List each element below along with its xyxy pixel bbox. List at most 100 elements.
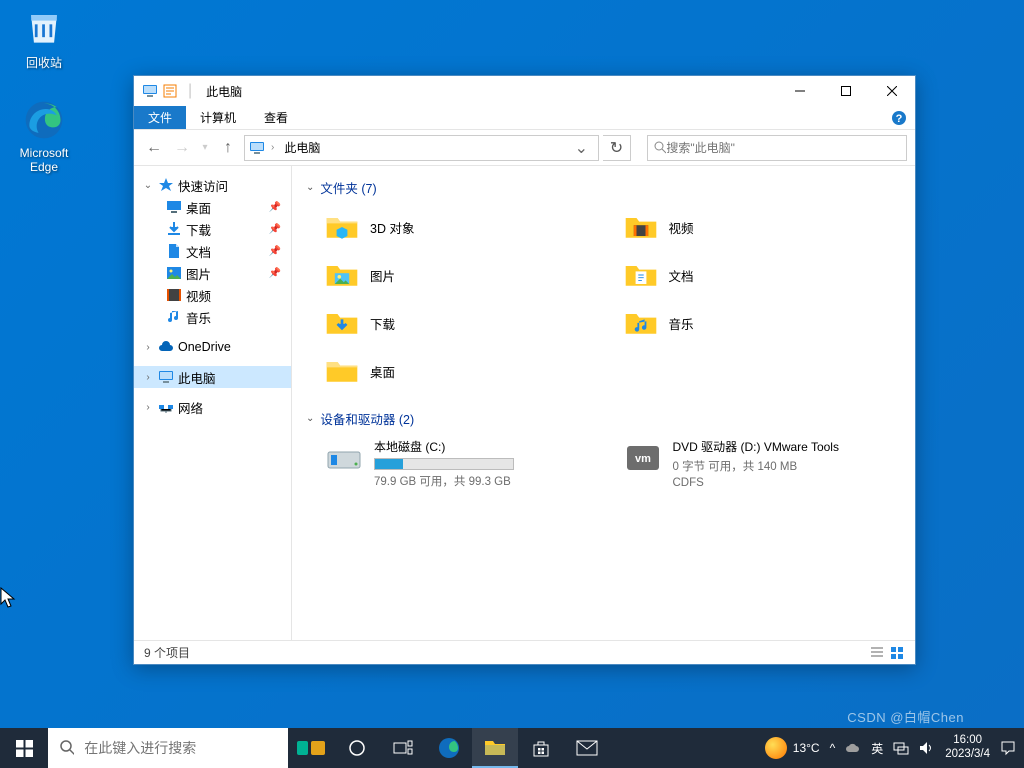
folder-icon — [324, 305, 360, 341]
status-text: 9 个项目 — [144, 644, 190, 661]
back-button[interactable]: ← — [142, 136, 166, 160]
drive-d-name: DVD 驱动器 (D:) VMware Tools — [673, 438, 902, 455]
pin-icon: 📌 — [269, 224, 281, 235]
search-input[interactable] — [666, 141, 900, 155]
weather-widget[interactable]: 13°C — [765, 737, 820, 759]
folder-3dobjects[interactable]: 3D 对象 — [324, 207, 603, 247]
tray-onedrive-icon[interactable] — [845, 742, 861, 754]
up-button[interactable]: ↑ — [216, 136, 240, 160]
pin-icon: 📌 — [269, 268, 281, 279]
address-row: ← → ▾ ↑ › 此电脑 ⌄ ↻ — [134, 130, 915, 166]
cortana-button[interactable] — [334, 728, 380, 768]
nav-network[interactable]: ›网络 — [134, 396, 291, 418]
network-icon — [158, 399, 174, 415]
picture-icon — [166, 265, 182, 281]
group-drives[interactable]: ⌄设备和驱动器 (2) — [306, 409, 901, 428]
nav-pane: ⌄快速访问 桌面📌 下载📌 文档📌 图片📌 视频 音乐 ›OneDrive ›此… — [134, 166, 292, 640]
computer-icon — [158, 369, 174, 385]
folder-desktop[interactable]: 桌面 — [324, 351, 603, 391]
view-details-icon[interactable] — [869, 645, 885, 661]
nav-thispc[interactable]: ›此电脑 — [134, 366, 291, 388]
download-icon — [166, 221, 182, 237]
recycle-label: 回收站 — [26, 54, 62, 71]
dvd-icon: vm — [623, 438, 663, 478]
content-pane: ⌄文件夹 (7) 3D 对象 视频 图片 文档 下载 音乐 桌面 ⌄设备和驱动器… — [292, 166, 915, 640]
taskbar: 13°C ^ 英 16:002023/3/4 — [0, 728, 1024, 768]
nav-quick-access[interactable]: ⌄快速访问 — [134, 174, 291, 196]
ribbon-help-icon[interactable]: ? — [891, 106, 915, 129]
qat-props-icon[interactable] — [162, 83, 178, 99]
edge-shortcut[interactable]: Microsoft Edge — [6, 98, 82, 174]
folder-icon — [324, 353, 360, 389]
action-center-icon[interactable] — [1000, 740, 1016, 756]
tray-volume-icon[interactable] — [919, 741, 935, 755]
folder-icon — [324, 257, 360, 293]
folder-icon — [623, 305, 659, 341]
pin-icon: 📌 — [269, 246, 281, 257]
taskbar-search[interactable] — [48, 728, 288, 768]
tray-clock[interactable]: 16:002023/3/4 — [945, 734, 990, 762]
nav-desktop[interactable]: 桌面📌 — [134, 196, 291, 218]
ime-indicator[interactable]: 英 — [871, 740, 883, 757]
cursor-icon — [0, 587, 18, 609]
search-icon — [654, 141, 666, 154]
start-button[interactable] — [0, 728, 48, 768]
tb-explorer[interactable] — [472, 728, 518, 768]
addr-dropdown[interactable]: ⌄ — [569, 138, 594, 158]
tb-edge[interactable] — [426, 728, 472, 768]
close-button[interactable] — [869, 76, 915, 106]
maximize-button[interactable] — [823, 76, 869, 106]
drive-c-sub: 79.9 GB 可用，共 99.3 GB — [374, 473, 603, 489]
nav-downloads[interactable]: 下载📌 — [134, 218, 291, 240]
folder-pictures[interactable]: 图片 — [324, 255, 603, 295]
addr-crumb-thispc[interactable]: 此电脑 — [280, 137, 324, 158]
drive-d[interactable]: vm DVD 驱动器 (D:) VMware Tools 0 字节 可用，共 1… — [623, 438, 902, 489]
minimize-button[interactable] — [777, 76, 823, 106]
folder-videos[interactable]: 视频 — [623, 207, 902, 247]
nav-documents[interactable]: 文档📌 — [134, 240, 291, 262]
folder-downloads[interactable]: 下载 — [324, 303, 603, 343]
tray-overflow[interactable]: ^ — [830, 741, 836, 755]
search-box[interactable] — [647, 135, 907, 161]
recent-dropdown[interactable]: ▾ — [198, 136, 212, 160]
hdd-icon — [324, 438, 364, 478]
address-bar[interactable]: › 此电脑 ⌄ — [244, 135, 599, 161]
group-folders[interactable]: ⌄文件夹 (7) — [306, 178, 901, 197]
folder-icon — [623, 257, 659, 293]
tab-computer[interactable]: 计算机 — [186, 106, 250, 129]
recycle-bin[interactable]: 回收站 — [6, 6, 82, 71]
ribbon-tabs: 文件 计算机 查看 ? — [134, 106, 915, 130]
folder-documents[interactable]: 文档 — [623, 255, 902, 295]
drive-d-sub2: CDFS — [673, 477, 902, 489]
drive-c-name: 本地磁盘 (C:) — [374, 438, 603, 455]
video-icon — [166, 287, 182, 303]
edge-label: Microsoft Edge — [6, 146, 82, 174]
nav-onedrive[interactable]: ›OneDrive — [134, 336, 291, 358]
tab-view[interactable]: 查看 — [250, 106, 302, 129]
search-icon — [60, 740, 74, 756]
drive-c[interactable]: 本地磁盘 (C:) 79.9 GB 可用，共 99.3 GB — [324, 438, 603, 489]
drive-d-sub1: 0 字节 可用，共 140 MB — [673, 458, 902, 474]
folder-music[interactable]: 音乐 — [623, 303, 902, 343]
forward-button[interactable]: → — [170, 136, 194, 160]
taskbar-search-input[interactable] — [84, 740, 276, 756]
desktop-icon — [166, 199, 182, 215]
nav-pictures[interactable]: 图片📌 — [134, 262, 291, 284]
nav-music[interactable]: 音乐 — [134, 306, 291, 328]
weather-icon — [765, 737, 787, 759]
view-tiles-icon[interactable] — [889, 645, 905, 661]
tab-file[interactable]: 文件 — [134, 106, 186, 129]
explorer-window: | 此电脑 文件 计算机 查看 ? ← → ▾ ↑ › 此电脑 ⌄ ↻ — [133, 75, 916, 665]
star-icon — [158, 177, 174, 193]
refresh-button[interactable]: ↻ — [603, 135, 631, 161]
folder-icon — [623, 209, 659, 245]
taskbar-widget[interactable] — [288, 728, 334, 768]
nav-videos[interactable]: 视频 — [134, 284, 291, 306]
status-bar: 9 个项目 — [134, 640, 915, 664]
music-icon — [166, 309, 182, 325]
taskview-button[interactable] — [380, 728, 426, 768]
tb-mail[interactable] — [564, 728, 610, 768]
titlebar[interactable]: | 此电脑 — [134, 76, 915, 106]
tray-network-icon[interactable] — [893, 741, 909, 755]
tb-store[interactable] — [518, 728, 564, 768]
